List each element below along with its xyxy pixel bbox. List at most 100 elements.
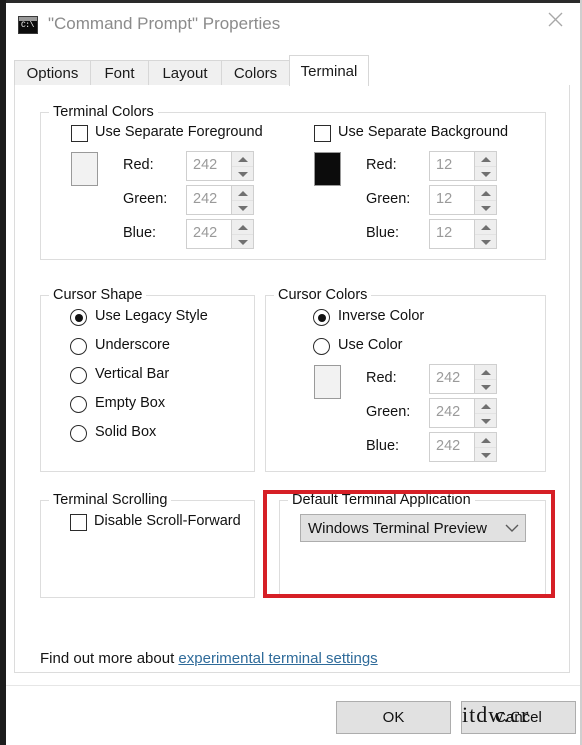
cursor-shape-label-solid-box: Solid Box <box>95 424 157 440</box>
spinner-up-icon[interactable] <box>232 186 253 201</box>
default-terminal-application-group: Default Terminal Application Windows Ter… <box>279 492 546 598</box>
cursor-shape-legend: Cursor Shape <box>49 287 147 303</box>
terminal-tab-page: Terminal Colors Use Separate Foreground … <box>14 85 570 673</box>
tab-layout[interactable]: Layout <box>148 60 222 86</box>
background-blue-spinner[interactable]: 12 <box>429 219 497 249</box>
spinner-up-icon[interactable] <box>232 220 253 235</box>
cursor-red-value: 242 <box>436 370 461 386</box>
background-green-stepper[interactable] <box>474 186 496 214</box>
cursor-green-value: 242 <box>436 404 461 420</box>
foreground-color-swatch[interactable] <box>71 152 98 186</box>
disable-scroll-forward-label: Disable Scroll-Forward <box>94 513 241 529</box>
foreground-red-spinner[interactable]: 242 <box>186 151 254 181</box>
spinner-up-icon[interactable] <box>475 365 496 380</box>
cursor-green-spinner[interactable]: 242 <box>429 398 497 428</box>
footer-help-prefix: Find out more about <box>40 650 179 667</box>
cursor-shape-radio-solid-box[interactable] <box>70 425 87 442</box>
spinner-down-icon[interactable] <box>475 201 496 215</box>
cursor-green-stepper[interactable] <box>474 399 496 427</box>
background-red-spinner[interactable]: 12 <box>429 151 497 181</box>
cursor-blue-value: 242 <box>436 438 461 454</box>
cursor-blue-stepper[interactable] <box>474 433 496 461</box>
foreground-red-value: 242 <box>193 157 218 173</box>
cursor-shape-radio-vertical-bar[interactable] <box>70 367 87 384</box>
foreground-green-value: 242 <box>193 191 218 207</box>
cursor-shape-radio-empty-box[interactable] <box>70 396 87 413</box>
use-separate-foreground-label: Use Separate Foreground <box>95 124 263 140</box>
foreground-green-stepper[interactable] <box>231 186 253 214</box>
title-bar: C:\ "Command Prompt" Properties <box>6 3 580 48</box>
cursor-colors-radio-inverse-color[interactable] <box>313 309 330 326</box>
cursor-shape-group: Cursor Shape Use Legacy Style Underscore… <box>40 287 255 472</box>
terminal-scrolling-group: Terminal Scrolling Disable Scroll-Forwar… <box>40 492 255 598</box>
foreground-blue-stepper[interactable] <box>231 220 253 248</box>
use-separate-foreground-checkbox[interactable] <box>71 125 88 142</box>
disable-scroll-forward-checkbox[interactable] <box>70 514 87 531</box>
footer-help-text: Find out more about experimental termina… <box>40 650 378 667</box>
command-prompt-properties-dialog: C:\ "Command Prompt" Properties Options … <box>0 0 582 745</box>
cursor-colors-radio-use-color[interactable] <box>313 338 330 355</box>
cursor-shape-radio-use-legacy-style[interactable] <box>70 309 87 326</box>
experimental-terminal-settings-link[interactable]: experimental terminal settings <box>178 650 377 667</box>
spinner-down-icon[interactable] <box>475 235 496 249</box>
cursor-shape-label-empty-box: Empty Box <box>95 395 166 411</box>
foreground-blue-value: 242 <box>193 225 218 241</box>
terminal-scrolling-legend: Terminal Scrolling <box>49 492 172 508</box>
cursor-shape-radio-underscore[interactable] <box>70 338 87 355</box>
cursor-colors-label-use-color: Use Color <box>338 337 403 353</box>
spinner-down-icon[interactable] <box>475 448 496 462</box>
tab-strip: Options Font Layout Colors Terminal <box>14 55 574 86</box>
cursor-red-label: Red: <box>366 370 397 386</box>
spinner-up-icon[interactable] <box>475 433 496 448</box>
spinner-up-icon[interactable] <box>475 220 496 235</box>
tab-font[interactable]: Font <box>90 60 149 86</box>
cursor-colors-group: Cursor Colors Inverse Color Use Color Re… <box>265 287 546 472</box>
icon-prompt-text: C:\ <box>21 21 34 30</box>
spinner-down-icon[interactable] <box>475 414 496 428</box>
spinner-up-icon[interactable] <box>475 152 496 167</box>
window-left-edge <box>0 0 6 745</box>
cursor-shape-label-use-legacy-style: Use Legacy Style <box>95 308 208 324</box>
cursor-color-swatch[interactable] <box>314 365 341 399</box>
spinner-up-icon[interactable] <box>475 186 496 201</box>
background-red-stepper[interactable] <box>474 152 496 180</box>
spinner-down-icon[interactable] <box>475 380 496 394</box>
ok-button[interactable]: OK <box>336 701 451 734</box>
background-blue-stepper[interactable] <box>474 220 496 248</box>
use-separate-background-checkbox[interactable] <box>314 125 331 142</box>
spinner-up-icon[interactable] <box>232 152 253 167</box>
cursor-blue-label: Blue: <box>366 438 400 454</box>
foreground-blue-spinner[interactable]: 242 <box>186 219 254 249</box>
cursor-colors-legend: Cursor Colors <box>274 287 372 303</box>
chevron-down-icon <box>499 524 525 533</box>
tab-terminal[interactable]: Terminal <box>289 55 369 86</box>
watermark-text: itdw.cr <box>462 702 530 727</box>
spinner-down-icon[interactable] <box>232 167 253 181</box>
close-icon[interactable] <box>532 3 578 35</box>
background-blue-label: Blue: <box>366 225 400 241</box>
cursor-red-spinner[interactable]: 242 <box>429 364 497 394</box>
background-color-swatch[interactable] <box>314 152 341 186</box>
default-terminal-application-value: Windows Terminal Preview <box>308 519 487 537</box>
foreground-red-stepper[interactable] <box>231 152 253 180</box>
spinner-down-icon[interactable] <box>475 167 496 181</box>
footer-divider <box>6 685 580 686</box>
window-title: "Command Prompt" Properties <box>48 14 281 33</box>
background-green-spinner[interactable]: 12 <box>429 185 497 215</box>
cursor-red-stepper[interactable] <box>474 365 496 393</box>
background-red-value: 12 <box>436 157 453 173</box>
background-green-value: 12 <box>436 191 453 207</box>
spinner-up-icon[interactable] <box>475 399 496 414</box>
spinner-down-icon[interactable] <box>232 235 253 249</box>
foreground-green-spinner[interactable]: 242 <box>186 185 254 215</box>
default-terminal-application-dropdown[interactable]: Windows Terminal Preview <box>300 514 526 542</box>
tab-colors[interactable]: Colors <box>221 60 290 86</box>
terminal-colors-group: Terminal Colors Use Separate Foreground … <box>40 104 546 260</box>
cursor-green-label: Green: <box>366 404 411 420</box>
spinner-down-icon[interactable] <box>232 201 253 215</box>
tab-options[interactable]: Options <box>14 60 91 86</box>
terminal-colors-legend: Terminal Colors <box>49 104 158 120</box>
use-separate-background-label: Use Separate Background <box>338 124 509 140</box>
cursor-blue-spinner[interactable]: 242 <box>429 432 497 462</box>
background-green-label: Green: <box>366 191 411 207</box>
